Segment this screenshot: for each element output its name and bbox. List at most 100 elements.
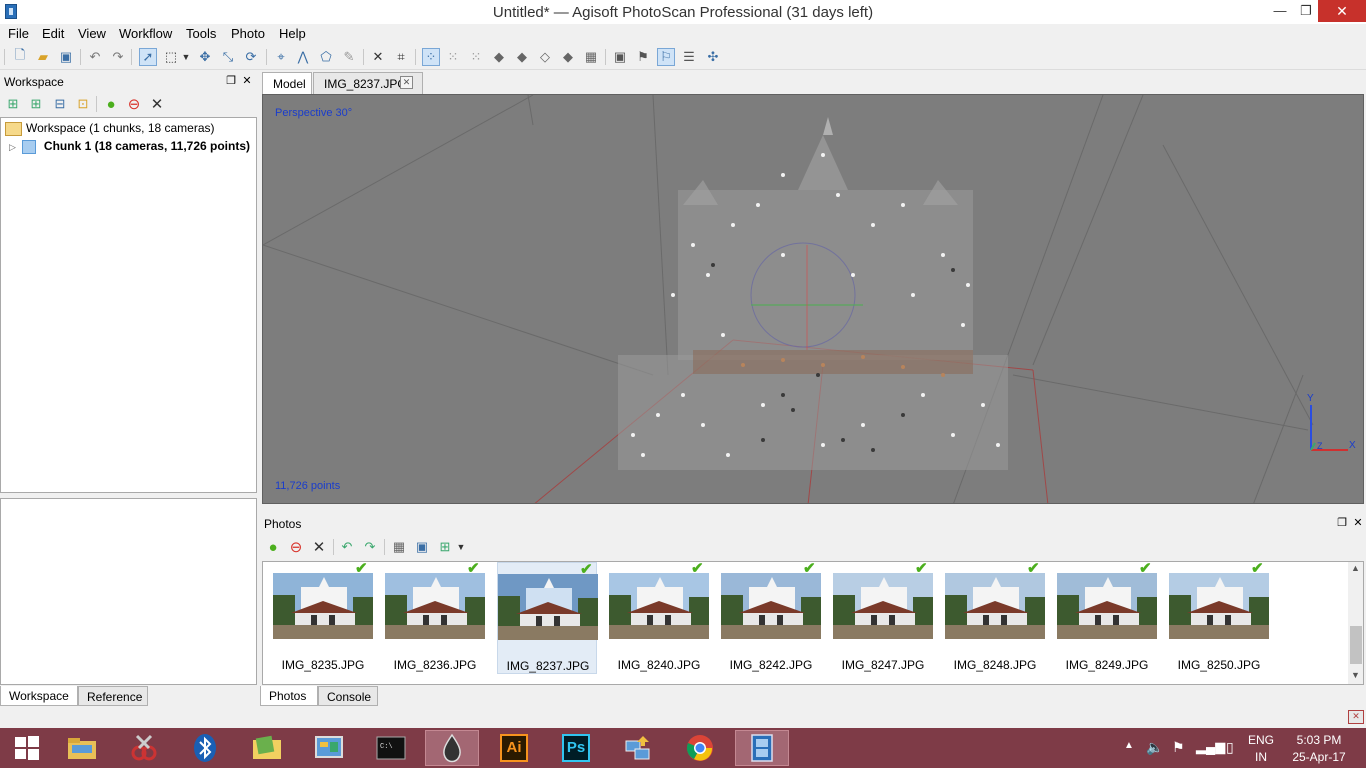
model-viewport[interactable]: Perspective 30° 11,726 points Y X Z xyxy=(262,94,1364,504)
network-tool-icon[interactable] xyxy=(611,730,665,766)
new-document-icon[interactable]: 🗋 xyxy=(11,47,29,66)
menu-help[interactable]: Help xyxy=(279,26,306,41)
status-indicator-icon[interactable]: ✕ xyxy=(1348,710,1364,724)
clock-date[interactable]: 25-Apr-17 xyxy=(1284,750,1354,764)
menu-view[interactable]: View xyxy=(78,26,106,41)
chevron-down-icon[interactable]: ▼ xyxy=(180,48,192,66)
add-folder-icon[interactable]: ⊟ xyxy=(51,95,69,113)
inkscape-icon[interactable] xyxy=(425,730,479,766)
tiled-model-icon[interactable]: ▦ xyxy=(582,48,600,66)
disable-icon[interactable]: ⊖ xyxy=(125,95,143,113)
dense-cloud-icon[interactable]: ⁙ xyxy=(444,48,462,66)
rotate-right-icon[interactable]: ↷ xyxy=(361,538,379,556)
undo-icon[interactable]: ↶ xyxy=(86,48,104,66)
shaded-model-icon[interactable]: ◆ xyxy=(490,48,508,66)
reset-view-icon[interactable]: ✣ xyxy=(704,48,722,66)
point-cloud-icon[interactable]: ⁘ xyxy=(422,48,440,66)
polygon-icon[interactable]: ⬠ xyxy=(317,48,335,66)
photo-thumbnail[interactable]: ✔ IMG_8248.JPG xyxy=(945,562,1045,674)
menu-file[interactable]: File xyxy=(8,26,29,41)
enable-icon[interactable]: ● xyxy=(102,95,120,113)
scrollbar-thumb[interactable] xyxy=(1350,626,1362,664)
snipping-tool-icon[interactable] xyxy=(117,730,171,766)
network-signal-icon[interactable]: ▂▄▆ xyxy=(1196,739,1225,755)
photo-thumbnail[interactable]: ✔ IMG_8249.JPG xyxy=(1057,562,1157,674)
scroll-down-icon[interactable]: ▼ xyxy=(1351,670,1360,680)
tab-model[interactable]: Model xyxy=(262,72,312,94)
windows-start-icon[interactable] xyxy=(0,730,54,766)
enable-cameras-icon[interactable]: ● xyxy=(264,538,282,556)
view-mode-icon[interactable]: ⊞ xyxy=(436,538,454,556)
rotate-left-icon[interactable]: ↶ xyxy=(338,538,356,556)
rectangle-selection-icon[interactable]: ⬚ xyxy=(162,48,180,66)
folder-icon[interactable] xyxy=(240,730,294,766)
solid-model-icon[interactable]: ◆ xyxy=(513,48,531,66)
photo-thumbnail[interactable]: ✔ IMG_8236.JPG xyxy=(385,562,485,674)
close-pane-icon[interactable]: ✕ xyxy=(1351,516,1365,530)
bluetooth-icon[interactable] xyxy=(178,730,232,766)
action-center-icon[interactable]: ⚑ xyxy=(1172,739,1185,756)
chunk-node[interactable]: ▷ Chunk 1 (18 cameras, 11,726 points) xyxy=(9,139,250,154)
photoscan-taskbar-icon[interactable] xyxy=(735,730,789,766)
reset-filter-icon[interactable]: ▣ xyxy=(413,538,431,556)
resize-region-icon[interactable]: ⤡ xyxy=(219,48,237,66)
show-markers-icon[interactable]: ⚑ xyxy=(634,48,652,66)
show-hidden-icons-icon[interactable]: ▲ xyxy=(1124,740,1134,751)
photo-thumbnail[interactable]: ✔ IMG_8237.JPG xyxy=(497,562,598,674)
textured-model-icon[interactable]: ◆ xyxy=(559,48,577,66)
photo-thumbnail[interactable]: ✔ IMG_8242.JPG xyxy=(721,562,821,674)
command-prompt-icon[interactable]: C:\ xyxy=(364,730,418,766)
control-panel-icon[interactable] xyxy=(302,730,356,766)
save-icon[interactable]: ▣ xyxy=(57,48,75,66)
workspace-root-node[interactable]: Workspace (1 chunks, 18 cameras) xyxy=(5,121,215,136)
measure-icon[interactable]: ✎ xyxy=(340,48,358,66)
dense-cloud-classes-icon[interactable]: ⁙ xyxy=(467,48,485,66)
open-folder-icon[interactable]: ▰ xyxy=(34,48,52,66)
rotate-region-icon[interactable]: ⟳ xyxy=(242,48,260,66)
chrome-icon[interactable] xyxy=(673,730,727,766)
remove-cameras-icon[interactable]: ✕ xyxy=(310,538,328,556)
ruler-angle-icon[interactable]: ⋀ xyxy=(294,48,312,66)
photo-thumbnail[interactable]: ✔ IMG_8235.JPG xyxy=(273,562,373,674)
float-pane-icon[interactable]: ❐ xyxy=(224,74,238,88)
clock-time[interactable]: 5:03 PM xyxy=(1284,733,1354,747)
restore-button[interactable]: ❐ xyxy=(1292,0,1320,22)
menu-photo[interactable]: Photo xyxy=(231,26,265,41)
file-explorer-icon[interactable] xyxy=(55,730,109,766)
scroll-up-icon[interactable]: ▲ xyxy=(1351,563,1360,573)
move-region-icon[interactable]: ✥ xyxy=(196,48,214,66)
delete-selection-icon[interactable]: ✕ xyxy=(369,48,387,66)
menu-edit[interactable]: Edit xyxy=(42,26,64,41)
marker-icon[interactable]: ⌖ xyxy=(272,48,290,66)
menu-workflow[interactable]: Workflow xyxy=(119,26,172,41)
filter-by-marker-icon[interactable]: ▦ xyxy=(390,538,408,556)
volume-icon[interactable]: 🔈 xyxy=(1146,739,1163,756)
tab-reference[interactable]: Reference xyxy=(78,686,148,706)
tab-console[interactable]: Console xyxy=(318,686,378,706)
wireframe-model-icon[interactable]: ◇ xyxy=(536,48,554,66)
photoshop-icon[interactable]: Ps xyxy=(549,730,603,766)
photo-thumbnail[interactable]: ✔ IMG_8250.JPG xyxy=(1169,562,1269,674)
navigation-cursor-icon[interactable]: ➚ xyxy=(139,48,157,66)
add-chunk-icon[interactable]: ⊞ xyxy=(4,95,22,113)
menu-tools[interactable]: Tools xyxy=(186,26,216,41)
language-region[interactable]: IN xyxy=(1246,750,1276,764)
show-cameras-icon[interactable]: ▣ xyxy=(611,48,629,66)
expand-arrow-icon[interactable]: ▷ xyxy=(9,142,16,152)
tab-workspace[interactable]: Workspace xyxy=(0,686,78,706)
disable-cameras-icon[interactable]: ⊖ xyxy=(287,538,305,556)
illustrator-icon[interactable]: Ai xyxy=(487,730,541,766)
close-button[interactable]: ✕ xyxy=(1318,0,1366,22)
import-icon[interactable]: ⊡ xyxy=(74,95,92,113)
show-trackball-icon[interactable]: ☰ xyxy=(680,48,698,66)
show-region-icon[interactable]: ⚐ xyxy=(657,48,675,66)
tab-photos[interactable]: Photos xyxy=(260,686,318,706)
close-pane-icon[interactable]: ✕ xyxy=(240,74,254,88)
crop-icon[interactable]: ⌗ xyxy=(392,48,410,66)
photos-scrollbar[interactable]: ▲ ▼ xyxy=(1348,562,1363,684)
photo-thumbnail[interactable]: ✔ IMG_8240.JPG xyxy=(609,562,709,674)
language-code[interactable]: ENG xyxy=(1246,733,1276,747)
add-photos-icon[interactable]: ⊞ xyxy=(27,95,45,113)
photo-thumbnail[interactable]: ✔ IMG_8247.JPG xyxy=(833,562,933,674)
chevron-down-icon[interactable]: ▼ xyxy=(455,538,467,556)
